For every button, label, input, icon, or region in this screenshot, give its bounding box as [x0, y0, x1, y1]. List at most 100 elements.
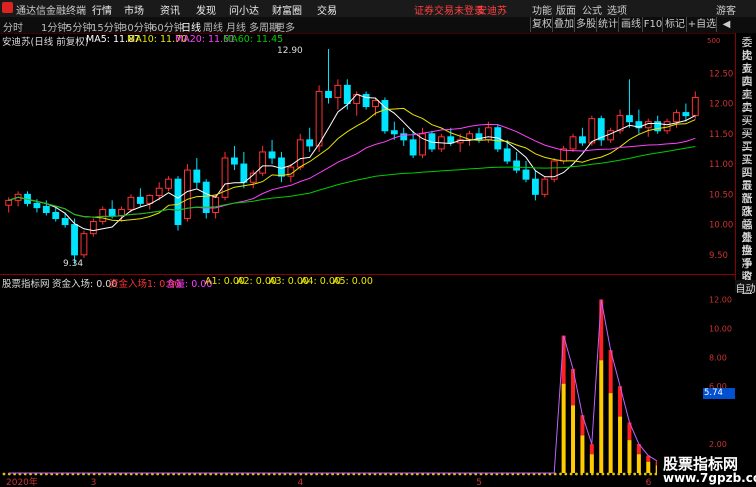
draw-button[interactable]: 画线 — [618, 17, 643, 32]
candlestick-chart — [5, 49, 699, 265]
candle-body — [447, 136, 455, 144]
quote-sidebar: 委比 卖五 卖四 卖三 卖二 卖一 买一 买二 买三 买四 买五 最新 涨跌 涨… — [735, 33, 756, 296]
indicator-bar-yellow — [618, 416, 623, 473]
candle-body — [390, 130, 398, 135]
menu-news[interactable]: 资讯 — [160, 2, 180, 17]
indicator-chart — [2, 299, 698, 476]
price-axis: 12.50 12.00 11.50 11.00 10.50 10.00 9.50 — [709, 69, 733, 261]
period-daily[interactable]: 日线 — [181, 19, 201, 34]
price-tick-label: 9.50 — [709, 251, 728, 261]
overlay-button[interactable]: 叠加 — [552, 17, 575, 32]
login-notice[interactable]: 证券交易未登录 — [414, 2, 484, 17]
period-60min[interactable]: 60分钟 — [151, 19, 184, 34]
candle-body — [325, 90, 332, 98]
candle-body — [193, 169, 201, 183]
candle-body — [212, 196, 220, 213]
candle-body — [541, 178, 549, 195]
indicator-baseline-dot — [590, 472, 594, 476]
multi-stock-button[interactable]: 多股 — [574, 17, 597, 32]
period-5min[interactable]: 5分钟 — [66, 19, 92, 34]
candle-body — [183, 169, 191, 220]
candle-body — [42, 205, 50, 213]
menu-ask[interactable]: 问小达 — [229, 2, 259, 17]
collapse-panel-button[interactable]: ◀ — [716, 17, 736, 32]
period-more[interactable]: 更多 — [275, 19, 295, 34]
indicator-bar-yellow — [561, 383, 566, 473]
indicator-baseline-dot — [638, 472, 642, 476]
period-weekly[interactable]: 周线 — [203, 19, 223, 34]
menu-trade[interactable]: 交易 — [317, 2, 337, 17]
indicator-bar-yellow — [627, 440, 632, 473]
price-tick-label: 12.00 — [709, 100, 733, 110]
stock-name-title: 安迪苏 — [477, 6, 507, 17]
candle-body — [579, 136, 586, 144]
auto-button[interactable]: 自动 — [735, 280, 756, 295]
add-watchlist-button[interactable]: +自选 — [686, 17, 717, 32]
candle-body — [682, 112, 690, 117]
indicator-axis: 12.0010.008.006.002.00 — [709, 295, 732, 449]
indicator-bar-red — [589, 444, 594, 455]
indicator-current-value: 5.74 — [704, 388, 723, 398]
menu-fortune[interactable]: 财富圈 — [272, 2, 302, 17]
candle-body — [118, 208, 125, 217]
indicator-baseline-dot — [2, 472, 6, 476]
stats-button[interactable]: 统计 — [596, 17, 619, 32]
menu-function[interactable]: 功能 — [532, 2, 552, 17]
user-guest[interactable]: 游客 — [716, 2, 736, 17]
indicator-baseline-dot — [633, 472, 637, 476]
candle-body — [240, 163, 248, 183]
menu-discover[interactable]: 发现 — [196, 2, 216, 17]
indicator-tick-label: 10.00 — [709, 324, 732, 333]
candle-body — [155, 187, 163, 197]
period-intraday[interactable]: 分时 — [3, 19, 23, 34]
indicator-baseline-dot — [649, 472, 652, 476]
watermark: 股票指标网 www.7gpzb.com — [657, 450, 756, 487]
candle-body — [315, 90, 323, 147]
adjust-button[interactable]: 复权 — [530, 17, 553, 32]
watermark-url: www.7gpzb.com — [663, 471, 756, 485]
candle-body — [531, 178, 539, 195]
period-30min[interactable]: 30分钟 — [121, 19, 154, 34]
app-logo-icon — [2, 2, 13, 13]
candle-body — [146, 195, 154, 204]
candle-body — [503, 148, 511, 162]
price-tick-label: 12.50 — [709, 69, 733, 79]
candle-body — [259, 151, 267, 174]
candle-body — [231, 157, 238, 165]
date-tick-label: 4 — [298, 478, 304, 487]
indicator-a5: A5: 0.00 — [333, 276, 373, 287]
period-1min[interactable]: 1分钟 — [41, 19, 67, 34]
indicator-tick-label: 12.00 — [709, 295, 732, 304]
candle-body — [522, 169, 530, 180]
candle-body — [136, 196, 144, 204]
candle-body — [409, 139, 417, 156]
mark-button[interactable]: 标记 — [662, 17, 687, 32]
period-15min[interactable]: 15分钟 — [91, 19, 124, 34]
low-price-label: 9.34 — [63, 259, 83, 269]
indicator-bar-yellow — [636, 454, 641, 473]
period-monthly[interactable]: 月线 — [226, 19, 246, 34]
candle-body — [108, 208, 116, 217]
indicator-bar-yellow — [589, 454, 594, 473]
candle-body — [334, 84, 342, 98]
menu-options[interactable]: 选项 — [607, 2, 627, 17]
top-tag: 500 — [707, 37, 720, 45]
candle-body — [607, 130, 615, 141]
chart-area[interactable]: 12.50 12.00 11.50 11.00 10.50 10.00 9.50 12.00… — [0, 33, 735, 487]
indicator-baseline-dot — [612, 472, 615, 476]
indicator-bar-yellow — [580, 435, 585, 473]
candle-body — [174, 178, 182, 226]
indicator-bar-yellow — [599, 360, 604, 473]
date-tick-label: 3 — [91, 478, 97, 487]
indicator-bar-yellow — [571, 405, 576, 473]
menu-layout[interactable]: 版面 — [556, 2, 576, 17]
indicator-baseline-dot — [628, 472, 631, 476]
menu-formula[interactable]: 公式 — [582, 2, 602, 17]
title-bar: 通达信金融终端 行情 市场 资讯 发现 问小达 财富圈 交易 证券交易未登录 安… — [0, 0, 756, 18]
menu-market[interactable]: 市场 — [124, 2, 144, 17]
period-toolbar: 分时 1分钟 5分钟 15分钟 30分钟 60分钟 日线 周线 月线 多周期 更… — [0, 17, 756, 34]
indicator-baseline-dot — [580, 472, 584, 476]
indicator-name[interactable]: 股票指标网 — [2, 276, 50, 290]
menu-quotes[interactable]: 行情 — [92, 2, 112, 17]
f10-button[interactable]: F10 — [642, 17, 663, 32]
